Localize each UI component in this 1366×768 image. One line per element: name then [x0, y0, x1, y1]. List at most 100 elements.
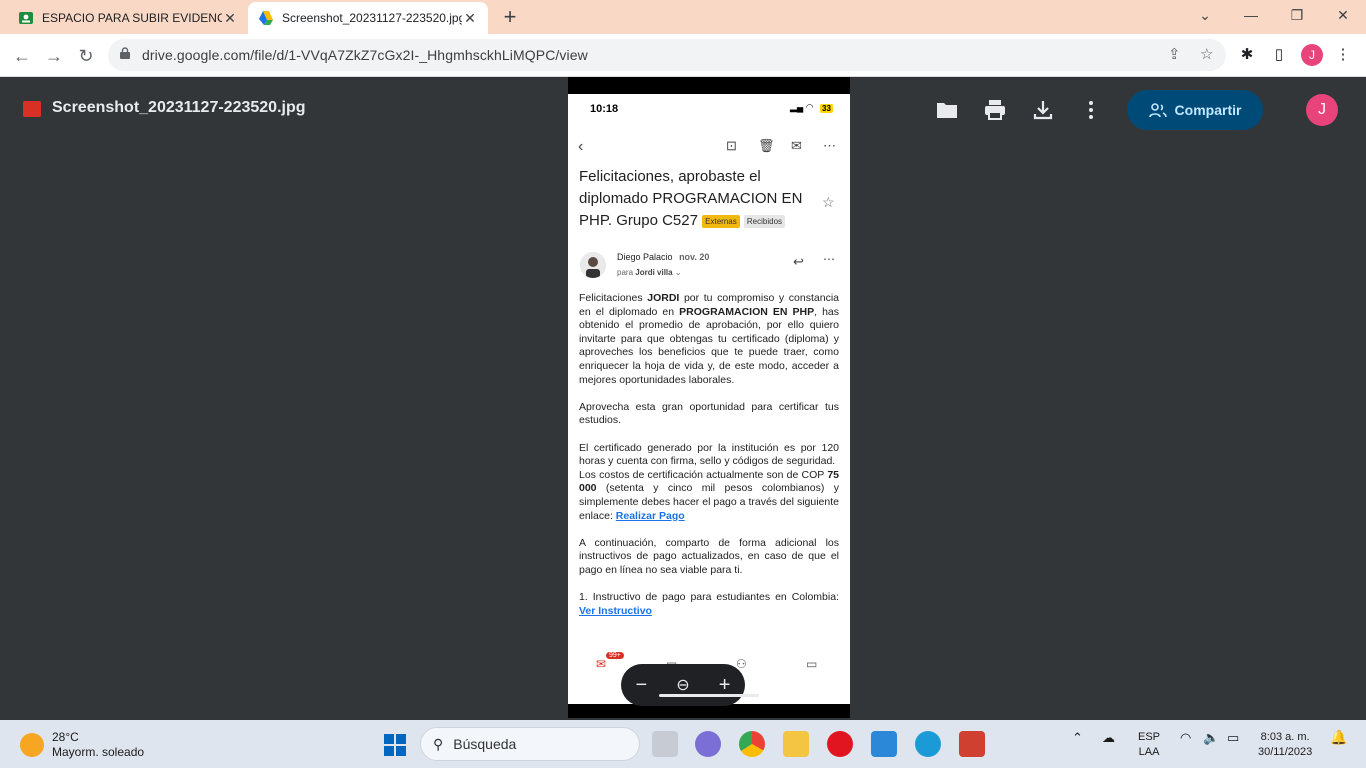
star-icon: ☆ [822, 194, 835, 210]
taskbar-search[interactable]: ⚲ Búsqueda [420, 727, 640, 761]
recipient-line: para Jordi villa ⌄ [617, 268, 682, 277]
language-indicator[interactable]: ESP LAA [1138, 730, 1160, 760]
chevron-up-icon[interactable]: ⌃ [1072, 730, 1083, 745]
mail-icon: ✉ [791, 138, 802, 153]
weather-sun-icon [20, 733, 44, 757]
cloud-icon[interactable]: ☁ [1102, 730, 1115, 745]
tab-screenshot[interactable]: Screenshot_20231127-223520.jpg ✕ [248, 2, 488, 34]
recipient-name: Jordi villa [635, 268, 673, 277]
tab-title: Screenshot_20231127-223520.jpg [282, 11, 462, 25]
mail-icon: ✉ [596, 657, 607, 671]
print-icon[interactable] [983, 98, 1007, 122]
share-page-icon[interactable]: ⇪ [1168, 45, 1181, 63]
instructions-link: Ver Instructivo [579, 604, 652, 617]
clock-date: 30/11/2023 [1258, 746, 1313, 758]
windows-taskbar: 28°C Mayorm. soleado ⚲ Búsqueda ⌃ ☁ ESP … [0, 720, 1366, 768]
gesture-bar [659, 694, 759, 697]
profile-avatar[interactable]: J [1301, 44, 1323, 66]
back-icon[interactable]: ← [9, 43, 35, 69]
archive-icon: ⊡ [726, 138, 737, 153]
reload-icon[interactable]: ↻ [73, 43, 99, 69]
body-paragraph: A continuación, comparto de forma adicio… [579, 536, 839, 576]
layout-code: LAA [1138, 746, 1160, 758]
side-panel-icon[interactable]: ▯ [1269, 45, 1289, 63]
close-tab-icon[interactable]: ✕ [222, 10, 238, 27]
zoom-reset-icon[interactable]: ⊖ [676, 675, 689, 695]
wifi-icon[interactable]: ◠ [1180, 730, 1191, 745]
label-recibidos: Recibidos [743, 214, 786, 228]
email-subject: Felicitaciones, aprobaste el diplomado P… [579, 166, 819, 232]
account-avatar[interactable]: J [1306, 94, 1338, 126]
image-preview: 10:18 ▂▄ ◠ 33 ‹ ⊡ 🗑 ✉ ⋯ Felicitaciones, … [568, 77, 850, 718]
body-text: Felicitaciones [579, 292, 643, 304]
sender-line: Diego Palacio nov. 20 [617, 252, 709, 262]
more-icon: ⋯ [823, 252, 835, 266]
chrome-icon[interactable] [739, 731, 765, 757]
task-view-icon[interactable] [652, 731, 678, 757]
minimize-icon[interactable]: — [1228, 0, 1274, 30]
temperature: 28°C [52, 730, 79, 744]
file-title: Screenshot_20231127-223520.jpg [52, 99, 306, 116]
weather-text: Mayorm. soleado [52, 745, 145, 759]
search-placeholder: Búsqueda [453, 736, 517, 752]
tab-espacio-evidencia[interactable]: ESPACIO PARA SUBIR EVIDENCIA ✕ [8, 2, 248, 34]
meet-icon: ▭ [806, 657, 818, 671]
tab-search-icon[interactable]: ⌄ [1182, 0, 1228, 30]
microsoft-store-icon[interactable] [871, 731, 897, 757]
close-tab-icon[interactable]: ✕ [462, 10, 478, 27]
search-icon: ⚲ [433, 735, 444, 752]
teams-chat-icon[interactable] [695, 731, 721, 757]
to-prefix: para [617, 268, 634, 277]
url-text: drive.google.com/file/d/1-VVqA7ZkZ7cGx2I… [142, 47, 588, 63]
battery-icon[interactable]: ▭ [1227, 730, 1239, 745]
extensions-icon[interactable]: ✱ [1237, 45, 1257, 63]
share-label: Compartir [1174, 102, 1242, 118]
share-button[interactable]: Compartir [1127, 90, 1263, 130]
battery-level: 33 [820, 104, 833, 113]
body-bold: PROGRAMACION EN PHP [679, 305, 815, 318]
sender-avatar [580, 252, 606, 278]
file-explorer-icon[interactable] [783, 731, 809, 757]
payment-link: Realizar Pago [615, 509, 685, 522]
new-tab-icon[interactable]: + [498, 4, 522, 30]
phone-time: 10:18 [590, 103, 619, 115]
body-paragraph: El certificado generado por la instituci… [579, 441, 839, 468]
body-text: 1. Instructivo de pago para estudiantes … [579, 591, 839, 604]
google-drive-icon [259, 11, 273, 25]
folder-icon[interactable] [935, 98, 959, 122]
restore-icon[interactable]: ❐ [1274, 0, 1320, 30]
bookmark-star-icon[interactable]: ☆ [1200, 45, 1213, 63]
weather-widget[interactable]: 28°C Mayorm. soleado [20, 730, 144, 760]
image-file-icon [23, 101, 41, 117]
notification-bell-icon[interactable]: 🔔 [1330, 730, 1347, 745]
email-body: Felicitaciones JORDI por tu compromiso y… [579, 292, 839, 632]
forward-icon[interactable]: → [41, 43, 67, 69]
volume-icon[interactable]: 🔈 [1203, 730, 1219, 745]
label-externas: Externas [702, 214, 740, 228]
tab-title: ESPACIO PARA SUBIR EVIDENCIA [42, 11, 222, 25]
start-button-icon[interactable] [384, 734, 406, 756]
address-bar[interactable]: drive.google.com/file/d/1-VVqA7ZkZ7cGx2I… [108, 39, 1226, 71]
phone-status-bar: 10:18 ▂▄ ◠ 33 [568, 94, 850, 122]
more-menu-icon[interactable]: ⋮ [1333, 45, 1353, 63]
signal-wifi-icon: ▂▄ ◠ [790, 102, 814, 112]
zoom-controls: − ⊖ + [621, 664, 745, 706]
zoom-out-icon[interactable]: − [636, 674, 648, 697]
tab-strip: ESPACIO PARA SUBIR EVIDENCIA ✕ Screensho… [0, 0, 1366, 34]
body-bold: JORDI [647, 292, 680, 304]
opera-icon[interactable] [827, 731, 853, 757]
close-window-icon[interactable]: ✕ [1320, 0, 1366, 30]
people-icon [1148, 103, 1167, 118]
reply-icon: ↩ [793, 254, 804, 269]
download-icon[interactable] [1031, 98, 1055, 122]
clock[interactable]: 8:03 a. m. 30/11/2023 [1258, 730, 1312, 760]
delete-icon: 🗑 [758, 138, 775, 153]
gmail-back-icon: ‹ [578, 138, 584, 155]
more-options-icon[interactable] [1079, 98, 1103, 122]
browser-toolbar: ← → ↻ drive.google.com/file/d/1-VVqA7ZkZ… [0, 34, 1366, 77]
classroom-icon [19, 12, 33, 24]
edge-icon[interactable] [915, 731, 941, 757]
sender-name: Diego Palacio [617, 252, 673, 262]
snipping-tool-icon[interactable] [959, 731, 985, 757]
lock-icon [120, 47, 130, 59]
